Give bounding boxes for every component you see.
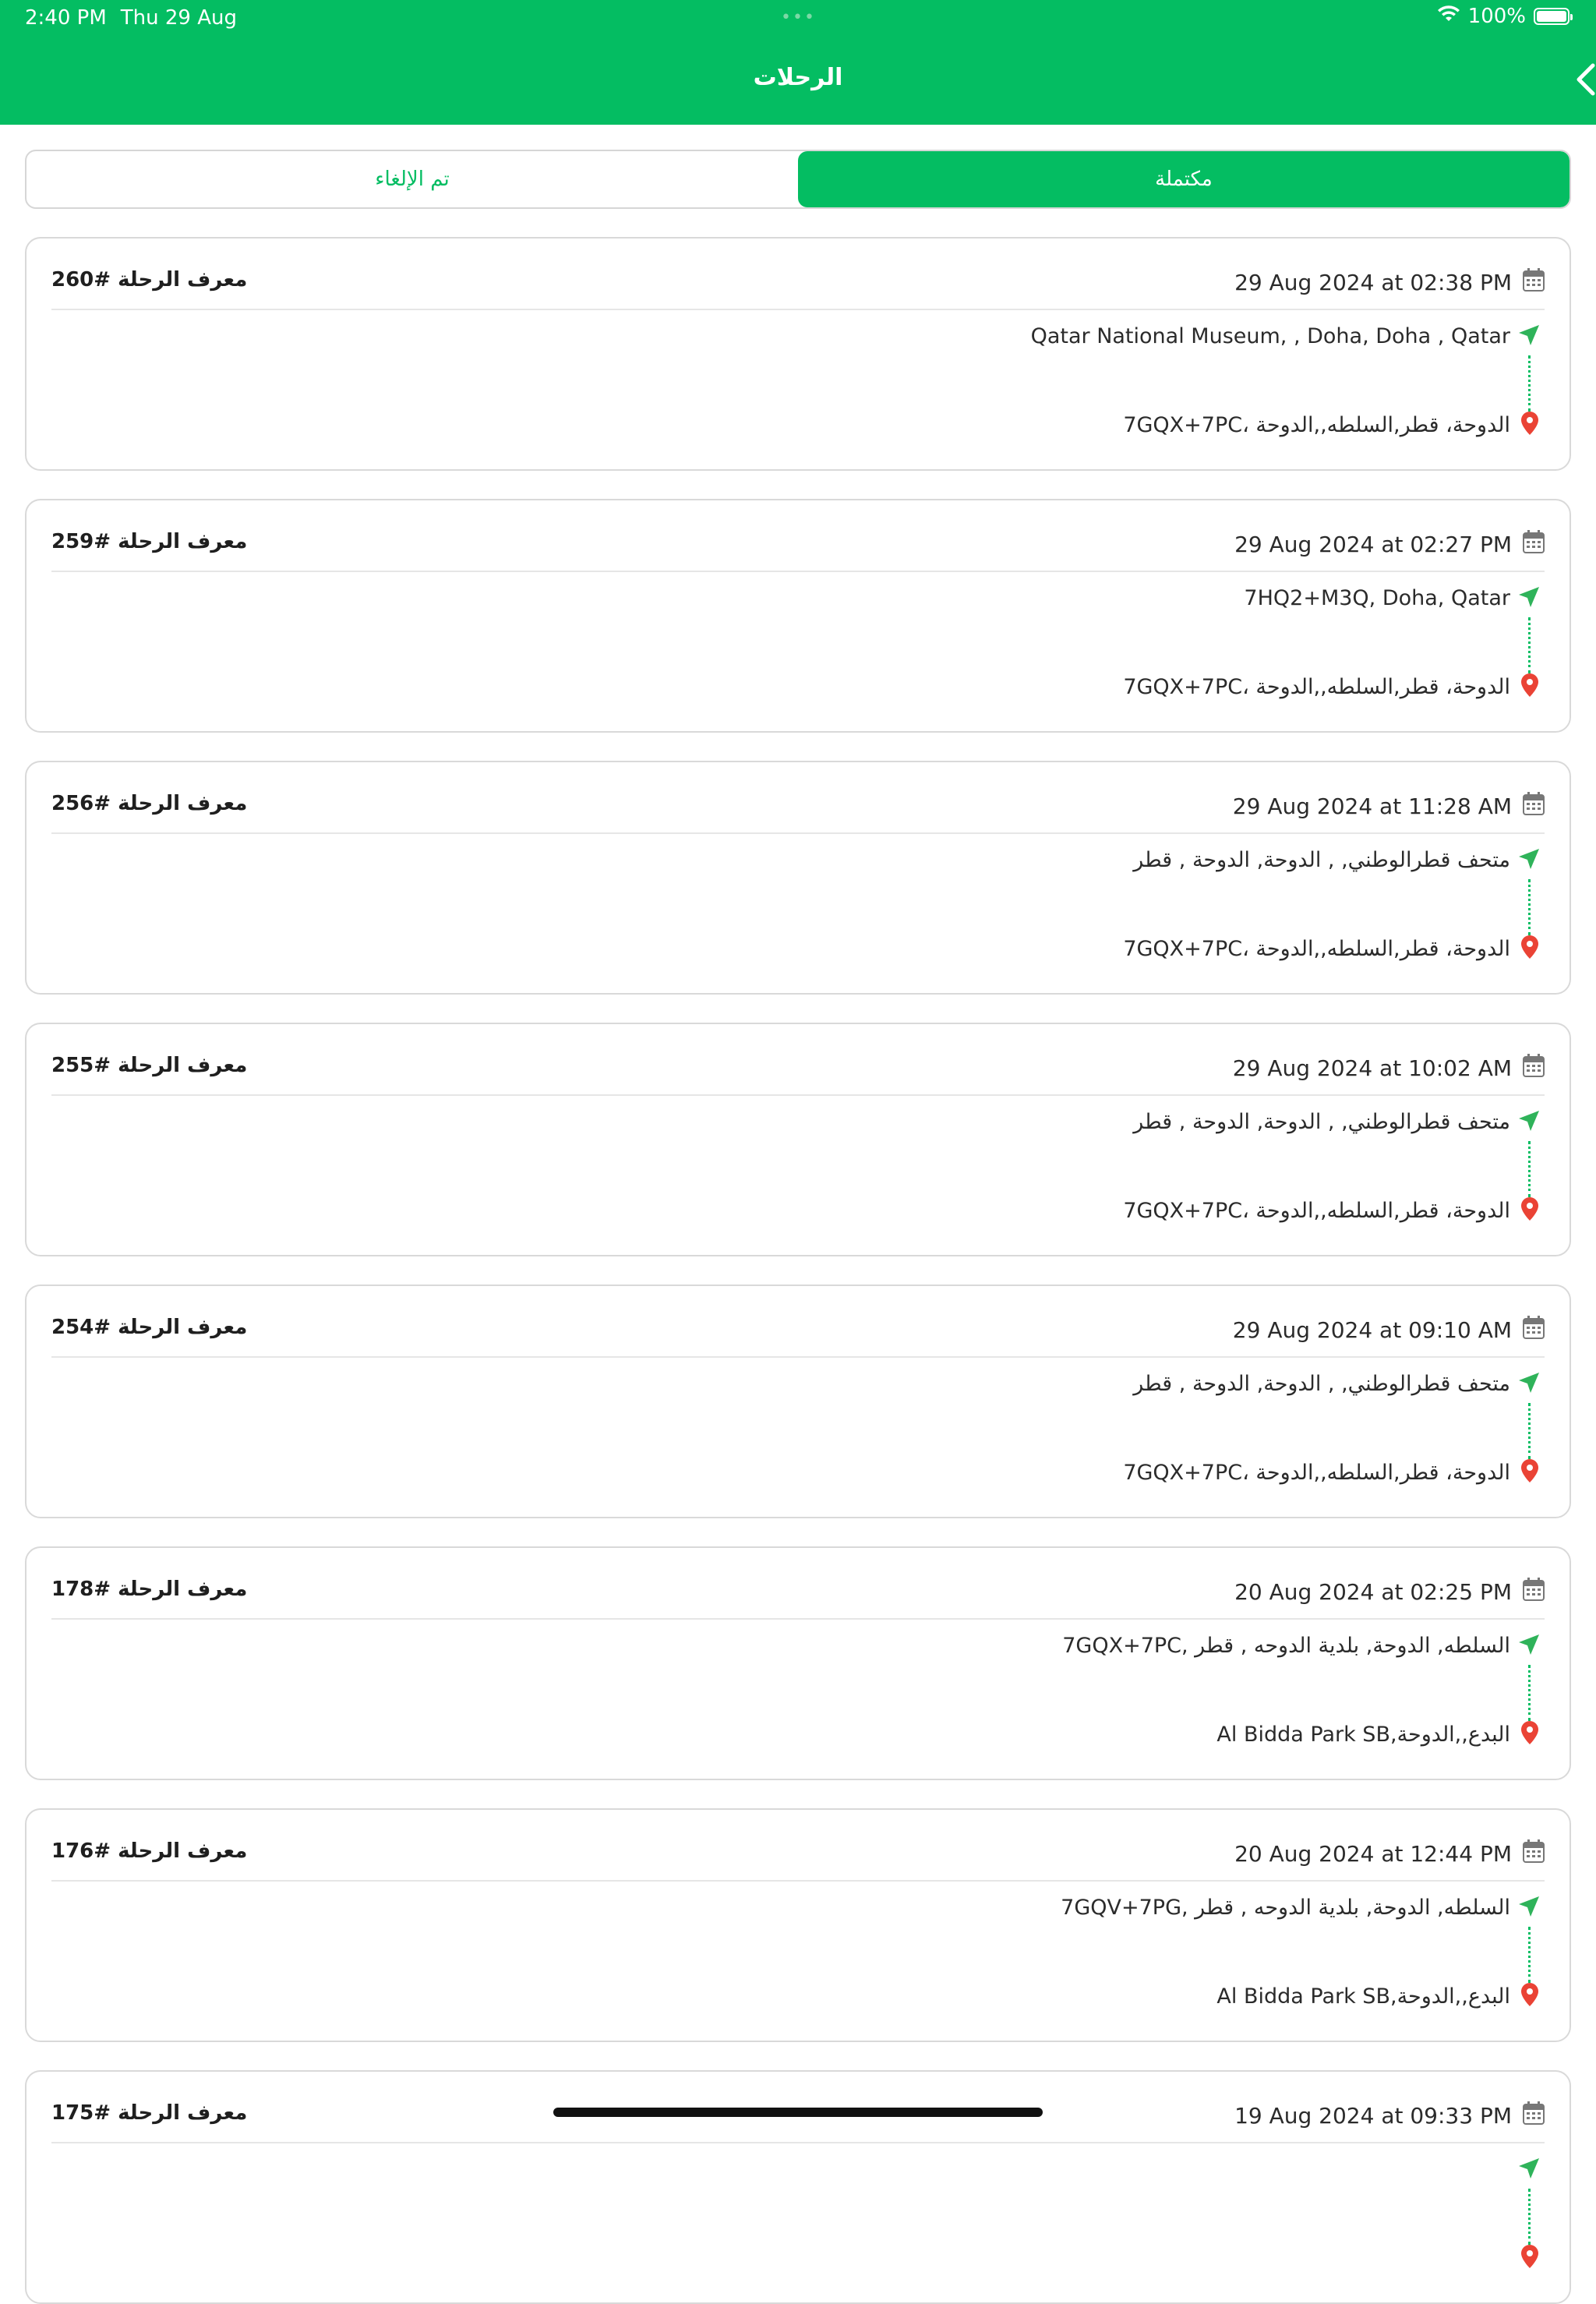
trip-date: 29 Aug 2024 at 02:27 PM bbox=[1234, 532, 1512, 557]
trip-date: 29 Aug 2024 at 02:38 PM bbox=[1234, 270, 1512, 295]
dropoff-address: 7GQX+7PC، الدوحة، قطر,السلطه,,الدوحة bbox=[1123, 413, 1510, 437]
status-clock: 2:40 PM bbox=[25, 6, 107, 30]
navigation-arrow-icon bbox=[1519, 1111, 1539, 1131]
trip-card[interactable]: معرف الرحلة #256 29 Aug 2024 at 11:28 AM… bbox=[25, 761, 1571, 995]
navigation-arrow-icon bbox=[1519, 1373, 1539, 1393]
pickup-address: Qatar National Museum, , Doha, Doha , Qa… bbox=[1030, 324, 1510, 348]
route-connector bbox=[1528, 879, 1531, 935]
route-connector bbox=[1528, 1403, 1531, 1459]
page-title: الرحلات bbox=[753, 64, 843, 91]
location-pin-icon bbox=[1521, 2245, 1538, 2268]
card-divider bbox=[51, 309, 1545, 310]
trip-id: معرف الرحلة #178 bbox=[51, 1578, 248, 1601]
navigation-arrow-icon bbox=[1519, 1634, 1539, 1655]
dropoff-address: Al Bidda Park SB,البدع,,الدوحة bbox=[1216, 1984, 1510, 2009]
route-connector bbox=[1528, 617, 1531, 673]
battery-icon bbox=[1534, 8, 1573, 25]
battery-percent: 100% bbox=[1467, 5, 1526, 28]
trip-date: 29 Aug 2024 at 11:28 AM bbox=[1232, 793, 1512, 819]
app-header: 2:40 PM Thu 29 Aug ••• 100% الرحلات bbox=[0, 0, 1596, 125]
pickup-address: 7GQV+7PG, السلطه, الدوحة, بلدية الدوحه ,… bbox=[1061, 1896, 1510, 1920]
location-pin-icon bbox=[1521, 1983, 1538, 2006]
pickup-address: متحف قطرالوطني, , الدوحة, الدوحة , قطر bbox=[1133, 848, 1510, 872]
calendar-icon bbox=[1523, 2101, 1545, 2125]
location-pin-icon bbox=[1521, 1459, 1538, 1482]
navigation-arrow-icon bbox=[1519, 1896, 1539, 1917]
tab-cancelled[interactable]: تم الإلغاء bbox=[26, 151, 798, 207]
calendar-icon bbox=[1523, 1054, 1545, 1077]
trip-card[interactable]: معرف الرحلة #255 29 Aug 2024 at 10:02 AM… bbox=[25, 1023, 1571, 1256]
navigation-arrow-icon bbox=[1519, 325, 1539, 345]
trip-id: معرف الرحلة #256 bbox=[51, 792, 248, 815]
chevron-left-icon bbox=[1577, 63, 1595, 96]
calendar-icon bbox=[1523, 1578, 1545, 1601]
trip-id: معرف الرحلة #175 bbox=[51, 2101, 248, 2125]
route-connector bbox=[1528, 1927, 1531, 1983]
route-connector bbox=[1528, 1665, 1531, 1721]
location-pin-icon bbox=[1521, 673, 1538, 697]
trip-card[interactable]: معرف الرحلة #176 20 Aug 2024 at 12:44 PM… bbox=[25, 1808, 1571, 2042]
dropoff-address: 7GQX+7PC، الدوحة، قطر,السلطه,,الدوحة bbox=[1123, 937, 1510, 961]
card-divider bbox=[51, 1880, 1545, 1882]
card-divider bbox=[51, 1618, 1545, 1620]
location-pin-icon bbox=[1521, 935, 1538, 959]
location-pin-icon bbox=[1521, 1721, 1538, 1744]
location-pin-icon bbox=[1521, 412, 1538, 435]
trip-status-tabs: تم الإلغاء مكتملة bbox=[25, 150, 1571, 209]
calendar-icon bbox=[1523, 792, 1545, 815]
navigation-arrow-icon bbox=[1519, 2158, 1539, 2179]
trip-date: 19 Aug 2024 at 09:33 PM bbox=[1234, 2103, 1512, 2129]
trip-date: 20 Aug 2024 at 12:44 PM bbox=[1234, 1841, 1512, 1867]
card-divider bbox=[51, 1094, 1545, 1096]
status-date: Thu 29 Aug bbox=[120, 6, 237, 30]
trip-card[interactable]: معرف الرحلة #175 19 Aug 2024 at 09:33 PM bbox=[25, 2070, 1571, 2304]
card-divider bbox=[51, 2142, 1545, 2143]
dropoff-address: 7GQX+7PC، الدوحة، قطر,السلطه,,الدوحة bbox=[1123, 1461, 1510, 1485]
pickup-address: 7HQ2+M3Q, Doha, Qatar bbox=[1244, 586, 1510, 610]
trip-id: معرف الرحلة #260 bbox=[51, 268, 248, 292]
trip-card[interactable]: معرف الرحلة #254 29 Aug 2024 at 09:10 AM… bbox=[25, 1285, 1571, 1518]
trip-card[interactable]: معرف الرحلة #259 29 Aug 2024 at 02:27 PM… bbox=[25, 499, 1571, 733]
route-connector bbox=[1528, 1141, 1531, 1197]
status-time: 2:40 PM Thu 29 Aug bbox=[25, 6, 237, 30]
calendar-icon bbox=[1523, 268, 1545, 292]
calendar-icon bbox=[1523, 1839, 1545, 1863]
trip-id: معرف الرحلة #254 bbox=[51, 1316, 248, 1339]
wifi-icon bbox=[1437, 5, 1460, 28]
dropoff-address: 7GQX+7PC، الدوحة، قطر,السلطه,,الدوحة bbox=[1123, 1199, 1510, 1223]
home-indicator[interactable] bbox=[553, 2108, 1043, 2117]
pickup-address: متحف قطرالوطني, , الدوحة, الدوحة , قطر bbox=[1133, 1372, 1510, 1396]
location-pin-icon bbox=[1521, 1197, 1538, 1221]
trip-card[interactable]: معرف الرحلة #178 20 Aug 2024 at 02:25 PM… bbox=[25, 1546, 1571, 1780]
trip-id: معرف الرحلة #255 bbox=[51, 1054, 248, 1077]
multitasking-dots-icon[interactable]: ••• bbox=[781, 8, 816, 27]
trip-id: معرف الرحلة #259 bbox=[51, 530, 248, 553]
trip-id: معرف الرحلة #176 bbox=[51, 1839, 248, 1863]
card-divider bbox=[51, 832, 1545, 834]
trip-card[interactable]: معرف الرحلة #260 29 Aug 2024 at 02:38 PM… bbox=[25, 237, 1571, 471]
card-divider bbox=[51, 1356, 1545, 1358]
tab-completed[interactable]: مكتملة bbox=[798, 151, 1570, 207]
pickup-address: 7GQX+7PC, السلطه, الدوحة, بلدية الدوحه ,… bbox=[1062, 1634, 1510, 1658]
trip-date: 29 Aug 2024 at 09:10 AM bbox=[1232, 1317, 1512, 1343]
route-connector bbox=[1528, 2189, 1531, 2245]
status-indicators: 100% bbox=[1437, 5, 1573, 28]
calendar-icon bbox=[1523, 530, 1545, 553]
dropoff-address: 7GQX+7PC، الدوحة، قطر,السلطه,,الدوحة bbox=[1123, 675, 1510, 699]
route-connector bbox=[1528, 355, 1531, 412]
card-divider bbox=[51, 571, 1545, 572]
trip-date: 29 Aug 2024 at 10:02 AM bbox=[1232, 1055, 1512, 1081]
navigation-arrow-icon bbox=[1519, 849, 1539, 869]
trip-date: 20 Aug 2024 at 02:25 PM bbox=[1234, 1579, 1512, 1605]
navigation-arrow-icon bbox=[1519, 587, 1539, 607]
pickup-address: متحف قطرالوطني, , الدوحة, الدوحة , قطر bbox=[1133, 1110, 1510, 1134]
calendar-icon bbox=[1523, 1316, 1545, 1339]
dropoff-address: Al Bidda Park SB,البدع,,الدوحة bbox=[1216, 1723, 1510, 1747]
back-button[interactable] bbox=[1560, 56, 1596, 103]
